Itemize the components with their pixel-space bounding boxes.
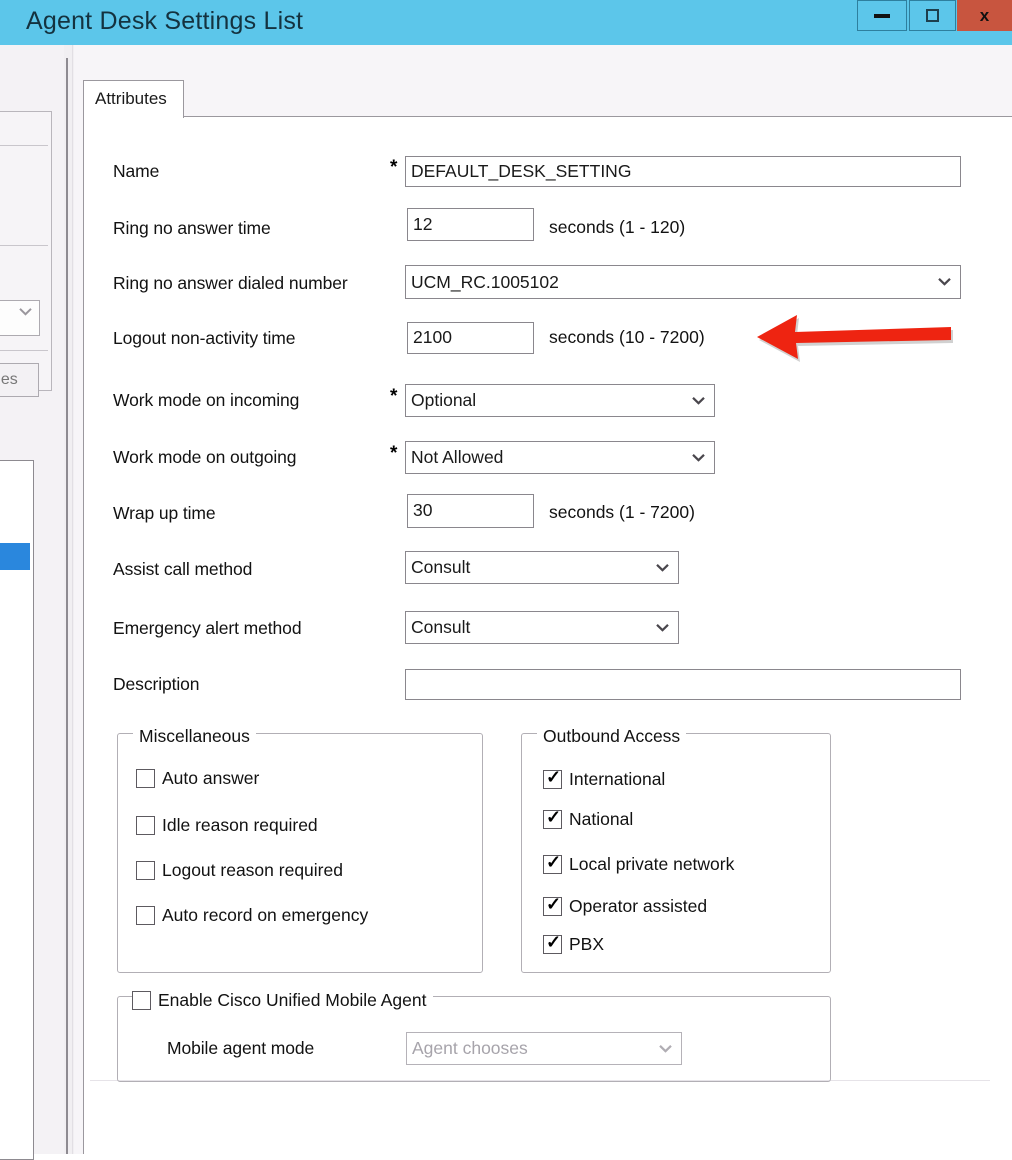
required-marker-name: * — [390, 157, 398, 178]
minimize-button[interactable] — [857, 0, 907, 31]
assist-call-method-value: Consult — [411, 557, 471, 577]
left-panel-divider-3 — [0, 350, 48, 351]
checkbox-international-label: International — [569, 769, 666, 789]
checkbox-auto-answer-label: Auto answer — [162, 768, 260, 788]
left-panel-divider-1 — [0, 145, 48, 146]
emergency-alert-method-select[interactable]: Consult — [405, 611, 679, 644]
checkbox-operator-assisted[interactable]: ✓ Operator assisted — [543, 895, 708, 917]
checkbox-local-private-network[interactable]: ✓ Local private network — [543, 853, 735, 875]
work-mode-on-outgoing-value: Not Allowed — [411, 447, 504, 467]
checkbox-operator-assisted-label: Operator assisted — [569, 896, 708, 916]
window-title: Agent Desk Settings List — [26, 7, 304, 35]
checkbox-checked-icon: ✓ — [543, 768, 562, 789]
work-mode-on-outgoing-select[interactable]: Not Allowed — [405, 441, 715, 474]
minimize-icon — [874, 13, 890, 18]
ring-no-answer-time-value: 12 — [413, 213, 433, 234]
left-panel-dropdown[interactable] — [0, 300, 40, 336]
wrap-up-time-value: 30 — [413, 500, 433, 521]
checkbox-auto-answer[interactable]: Auto answer — [136, 768, 259, 789]
suffix-wrap-up-time: seconds (1 - 7200) — [549, 502, 695, 522]
checkbox-idle-reason-required[interactable]: Idle reason required — [136, 815, 318, 836]
checkbox-checked-icon: ✓ — [543, 933, 562, 954]
tab-strip-underline — [184, 116, 1012, 117]
left-panel-selected-row[interactable] — [0, 543, 30, 570]
label-description: Description — [113, 674, 200, 694]
maximize-icon — [926, 9, 939, 22]
emergency-alert-method-value: Consult — [411, 617, 471, 637]
label-logout-non-activity-time: Logout non-activity time — [113, 328, 296, 348]
suffix-logout-non-activity-time: seconds (10 - 7200) — [549, 327, 705, 347]
checkbox-idle-reason-required-label: Idle reason required — [162, 815, 318, 835]
checkbox-national[interactable]: ✓ National — [543, 808, 634, 830]
ring-no-answer-dialed-number-select[interactable]: UCM_RC.1005102 — [405, 265, 961, 299]
checkbox-international[interactable]: ✓ International — [543, 768, 666, 790]
left-panel-clipped: ges — [0, 45, 72, 1160]
checkbox-icon — [136, 816, 155, 835]
mobile-agent-mode-value: Agent chooses — [412, 1038, 528, 1058]
checkbox-icon — [136, 861, 155, 880]
window-titlebar: Agent Desk Settings List x — [0, 0, 1012, 45]
chevron-down-icon — [692, 396, 705, 405]
checkbox-checked-icon: ✓ — [543, 853, 562, 874]
chevron-down-icon — [692, 453, 705, 462]
label-wrap-up-time: Wrap up time — [113, 503, 216, 523]
label-ring-no-answer-dialed-number: Ring no answer dialed number — [113, 273, 348, 293]
description-input[interactable] — [405, 669, 961, 700]
chevron-down-icon — [656, 563, 669, 572]
checkbox-national-label: National — [569, 809, 634, 829]
label-emergency-alert-method: Emergency alert method — [113, 618, 302, 638]
name-input[interactable]: DEFAULT_DESK_SETTING — [405, 156, 961, 187]
suffix-ring-no-answer-time: seconds (1 - 120) — [549, 217, 686, 237]
work-mode-on-incoming-select[interactable]: Optional — [405, 384, 715, 417]
checkbox-auto-record-on-emergency[interactable]: Auto record on emergency — [136, 905, 368, 926]
left-panel-button[interactable]: ges — [0, 363, 39, 397]
chevron-down-icon — [659, 1044, 672, 1053]
left-panel-groupbox — [0, 111, 52, 391]
assist-call-method-select[interactable]: Consult — [405, 551, 679, 584]
ring-no-answer-dialed-number-value: UCM_RC.1005102 — [411, 271, 559, 292]
checkbox-logout-reason-required[interactable]: Logout reason required — [136, 860, 343, 881]
mobile-agent-mode-select[interactable]: Agent chooses — [406, 1032, 682, 1065]
close-icon: x — [979, 5, 990, 25]
left-panel-divider-2 — [0, 245, 48, 246]
checkbox-pbx[interactable]: ✓ PBX — [543, 933, 605, 955]
chevron-down-icon — [938, 278, 951, 286]
outbound-access-legend: Outbound Access — [537, 726, 687, 747]
logout-non-activity-time-value: 2100 — [413, 327, 452, 348]
wrap-up-time-input[interactable]: 30 — [407, 494, 534, 528]
mobile-agent-legend-wrap: Enable Cisco Unified Mobile Agent — [132, 989, 433, 1011]
ring-no-answer-time-input[interactable]: 12 — [407, 208, 534, 241]
logout-non-activity-time-input[interactable]: 2100 — [407, 322, 534, 354]
checkbox-icon — [136, 906, 155, 925]
label-work-mode-on-outgoing: Work mode on outgoing — [113, 447, 297, 467]
required-marker-work-mode-outgoing: * — [390, 443, 398, 464]
close-button[interactable]: x — [957, 0, 1012, 31]
tab-attributes-label: Attributes — [95, 89, 167, 108]
splitter-line-secondary — [72, 45, 73, 1154]
label-assist-call-method: Assist call method — [113, 559, 253, 579]
work-mode-on-incoming-value: Optional — [411, 390, 477, 410]
label-name: Name — [113, 161, 160, 181]
checkbox-checked-icon: ✓ — [543, 808, 562, 829]
checkbox-auto-record-on-emergency-label: Auto record on emergency — [162, 905, 369, 925]
tab-attributes[interactable]: Attributes — [83, 80, 184, 118]
miscellaneous-legend: Miscellaneous — [133, 726, 256, 747]
splitter-line — [66, 58, 68, 1154]
checkbox-enable-cisco-unified-mobile-agent-label: Enable Cisco Unified Mobile Agent — [158, 989, 427, 1010]
checkbox-enable-cisco-unified-mobile-agent[interactable]: Enable Cisco Unified Mobile Agent — [132, 990, 427, 1011]
name-input-value: DEFAULT_DESK_SETTING — [411, 160, 632, 181]
chevron-down-icon — [656, 623, 669, 632]
label-work-mode-on-incoming: Work mode on incoming — [113, 390, 300, 410]
checkbox-logout-reason-required-label: Logout reason required — [162, 860, 343, 880]
label-ring-no-answer-time: Ring no answer time — [113, 218, 271, 238]
checkbox-checked-icon: ✓ — [543, 895, 562, 916]
checkbox-icon — [132, 990, 151, 1010]
checkbox-icon — [136, 769, 155, 788]
chevron-down-icon — [19, 308, 32, 316]
required-marker-work-mode-incoming: * — [390, 386, 398, 407]
checkbox-local-private-network-label: Local private network — [569, 854, 735, 874]
maximize-button[interactable] — [909, 0, 956, 31]
checkbox-pbx-label: PBX — [569, 934, 605, 954]
label-mobile-agent-mode: Mobile agent mode — [167, 1038, 315, 1058]
